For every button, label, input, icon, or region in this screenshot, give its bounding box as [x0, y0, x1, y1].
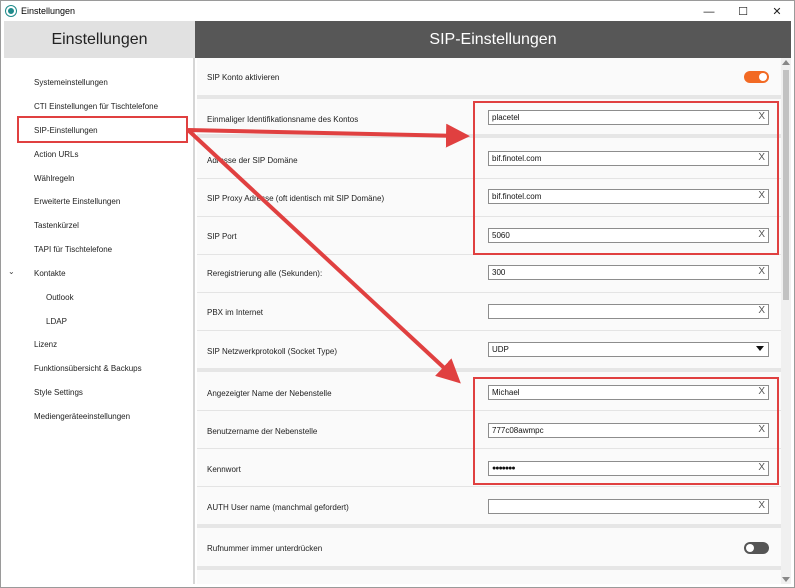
- sidebar-item-funktionsuebersicht[interactable]: Funktionsübersicht & Backups: [34, 364, 142, 373]
- page-title: SIP-Einstellungen: [195, 21, 791, 58]
- maximize-icon[interactable]: ☐: [726, 1, 760, 22]
- reregistration-label: Reregistrierung alle (Sekunden):: [207, 269, 323, 278]
- clear-icon[interactable]: X: [758, 462, 765, 473]
- window-title: Einstellungen: [21, 6, 76, 16]
- sidebar-item-systemeinstellungen[interactable]: Systemeinstellungen: [34, 78, 108, 87]
- sip-port-label: SIP Port: [207, 232, 237, 241]
- auth-user-input[interactable]: X: [488, 499, 769, 514]
- chevron-down-icon: [756, 346, 764, 351]
- toggle-knob: [759, 73, 767, 81]
- section-divider: [197, 524, 781, 528]
- sidebar-item-tastenkuerzel[interactable]: Tastenkürzel: [34, 221, 79, 230]
- sip-account-active-toggle[interactable]: [744, 71, 769, 83]
- sip-proxy-input[interactable]: bif.finotel.com X: [488, 189, 769, 204]
- sidebar-item-sip[interactable]: SIP-Einstellungen: [34, 126, 98, 135]
- account-name-label: Einmaliger Identifikationsname des Konto…: [207, 115, 359, 124]
- sidebar-item-erweitert[interactable]: Erweiterte Einstellungen: [34, 197, 120, 206]
- row-separator: [197, 448, 781, 449]
- chevron-down-icon[interactable]: ⌄: [8, 267, 15, 276]
- row-separator: [197, 486, 781, 487]
- sip-account-active-label: SIP Konto aktivieren: [207, 73, 280, 82]
- sip-port-value: 5060: [492, 231, 510, 240]
- socket-type-value: UDP: [492, 345, 509, 354]
- scroll-down-icon[interactable]: [782, 577, 790, 582]
- reregistration-input[interactable]: 300 X: [488, 265, 769, 280]
- username-label: Benutzername der Nebenstelle: [207, 427, 318, 436]
- sidebar-item-lizenz[interactable]: Lizenz: [34, 340, 57, 349]
- password-input[interactable]: ●●●●●●● X: [488, 461, 769, 476]
- row-separator: [197, 330, 781, 331]
- clear-icon[interactable]: X: [758, 266, 765, 277]
- sip-proxy-label: SIP Proxy Adresse (oft identisch mit SIP…: [207, 194, 385, 203]
- title-bar: Einstellungen — ☐ ✕: [0, 0, 795, 21]
- sidebar-item-style-settings[interactable]: Style Settings: [34, 388, 83, 397]
- sip-domain-label: Adresse der SIP Domäne: [207, 156, 298, 165]
- row-separator: [197, 254, 781, 255]
- sidebar-item-ldap[interactable]: LDAP: [46, 317, 67, 326]
- row-separator: [197, 410, 781, 411]
- sidebar-item-waehlregeln[interactable]: Wählregeln: [34, 174, 74, 183]
- window-controls: — ☐ ✕: [692, 1, 794, 22]
- reregistration-value: 300: [492, 268, 506, 277]
- section-divider: [197, 368, 781, 372]
- clear-icon[interactable]: X: [758, 500, 765, 511]
- sip-proxy-value: bif.finotel.com: [492, 192, 542, 201]
- sip-port-input[interactable]: 5060 X: [488, 228, 769, 243]
- display-name-label: Angezeigter Name der Nebenstelle: [207, 389, 332, 398]
- socket-type-select[interactable]: UDP: [488, 342, 769, 357]
- auth-user-label: AUTH User name (manchmal gefordert): [207, 503, 349, 512]
- clear-icon[interactable]: X: [758, 305, 765, 316]
- sidebar-title: Einstellungen: [4, 21, 195, 58]
- app-icon: [6, 6, 16, 16]
- pbx-internet-label: PBX im Internet: [207, 308, 264, 317]
- clear-icon[interactable]: X: [758, 386, 765, 397]
- display-name-input[interactable]: Michael X: [488, 385, 769, 400]
- clear-icon[interactable]: X: [758, 111, 765, 122]
- sidebar-item-tapi[interactable]: TAPI für Tischtelefone: [34, 245, 112, 254]
- settings-panel: SIP Konto aktivieren Einmaliger Identifi…: [197, 58, 781, 584]
- sip-domain-value: bif.finotel.com: [492, 154, 542, 163]
- sidebar-item-kontakte[interactable]: Kontakte: [34, 269, 66, 278]
- close-icon[interactable]: ✕: [760, 1, 794, 22]
- suppress-number-toggle[interactable]: [744, 542, 769, 554]
- sidebar: Systemeinstellungen CTI Einstellungen fü…: [4, 58, 195, 584]
- scroll-thumb[interactable]: [783, 70, 789, 300]
- scrollbar[interactable]: [781, 58, 791, 584]
- row-separator: [197, 178, 781, 179]
- display-name-value: Michael: [492, 388, 520, 397]
- section-divider: [197, 134, 781, 138]
- clear-icon[interactable]: X: [758, 190, 765, 201]
- account-name-input[interactable]: placetel X: [488, 110, 769, 125]
- suppress-number-label: Rufnummer immer unterdrücken: [207, 544, 323, 553]
- sidebar-item-action-urls[interactable]: Action URLs: [34, 150, 78, 159]
- row-separator: [197, 216, 781, 217]
- sidebar-item-outlook[interactable]: Outlook: [46, 293, 74, 302]
- minimize-icon[interactable]: —: [692, 1, 726, 22]
- account-name-value: placetel: [492, 113, 520, 122]
- sidebar-item-mediengeraete[interactable]: Mediengeräteeinstellungen: [34, 412, 130, 421]
- username-value: 777c08awmpc: [492, 426, 544, 435]
- clear-icon[interactable]: X: [758, 424, 765, 435]
- clear-icon[interactable]: X: [758, 229, 765, 240]
- pbx-internet-input[interactable]: X: [488, 304, 769, 319]
- socket-type-label: SIP Netzwerkprotokoll (Socket Type): [207, 347, 337, 356]
- clear-icon[interactable]: X: [758, 152, 765, 163]
- sidebar-item-cti[interactable]: CTI Einstellungen für Tischtelefone: [34, 102, 158, 111]
- section-divider: [197, 566, 781, 570]
- section-divider: [197, 95, 781, 99]
- row-separator: [197, 292, 781, 293]
- username-input[interactable]: 777c08awmpc X: [488, 423, 769, 438]
- password-value: ●●●●●●●: [492, 465, 516, 472]
- sip-domain-input[interactable]: bif.finotel.com X: [488, 151, 769, 166]
- scroll-up-icon[interactable]: [782, 60, 790, 65]
- toggle-knob: [746, 544, 754, 552]
- password-label: Kennwort: [207, 465, 241, 474]
